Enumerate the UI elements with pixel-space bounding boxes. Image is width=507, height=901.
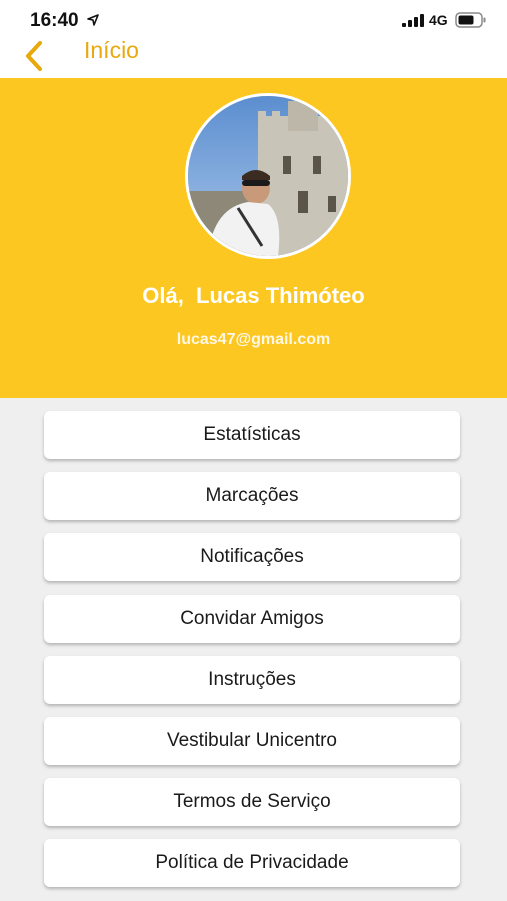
- menu-item-marcacoes[interactable]: Marcações: [44, 472, 460, 521]
- greeting: Olá, Lucas Thimóteo: [142, 283, 365, 308]
- user-email: lucas47@gmail.com: [176, 331, 331, 348]
- navigation-bar: Início: [0, 34, 507, 78]
- menu-item-convidar-amigos[interactable]: Convidar Amigos: [44, 594, 460, 643]
- back-button[interactable]: Início: [18, 34, 178, 78]
- network-type: 4G: [429, 12, 448, 28]
- menu-item-termos-de-servico[interactable]: Termos de Serviço: [44, 778, 460, 827]
- location-arrow-icon: [87, 13, 99, 31]
- avatar[interactable]: [185, 93, 351, 259]
- menu-item-politica-de-privacidade[interactable]: Política de Privacidade: [44, 839, 460, 888]
- menu-item-estatisticas[interactable]: Estatísticas: [44, 411, 460, 459]
- signal-icon: [402, 14, 424, 32]
- status-time: 16:40: [30, 10, 79, 31]
- chevron-left-icon: [24, 40, 44, 77]
- status-bar: 16:40 4G: [0, 0, 507, 34]
- menu-list: Estatísticas Marcações Notificações Conv…: [44, 411, 460, 901]
- back-label: Início: [84, 37, 139, 63]
- battery-icon: [455, 12, 487, 33]
- menu-item-notificacoes[interactable]: Notificações: [44, 533, 460, 582]
- menu-item-instrucoes[interactable]: Instruções: [44, 655, 460, 704]
- menu-item-vestibular-unicentro[interactable]: Vestibular Unicentro: [44, 716, 460, 765]
- profile-header: Olá, Lucas Thimóteo lucas47@gmail.com: [0, 78, 507, 398]
